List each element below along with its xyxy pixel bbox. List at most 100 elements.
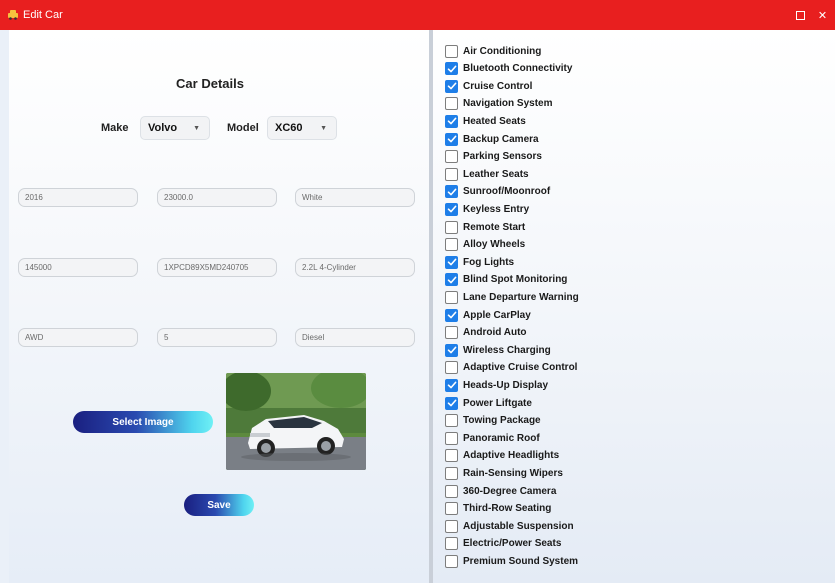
feature-checkbox-item[interactable]: Wireless Charging xyxy=(445,341,551,359)
feature-checkbox-item[interactable]: Heated Seats xyxy=(445,112,526,130)
save-button[interactable]: Save xyxy=(184,494,254,516)
maximize-icon xyxy=(795,10,805,20)
feature-label: Power Liftgate xyxy=(463,397,532,409)
feature-checkbox-item[interactable]: Lane Departure Warning xyxy=(445,288,579,306)
fuel-type-field[interactable]: Diesel xyxy=(295,328,415,347)
seats-field-value: 5 xyxy=(164,333,169,342)
checkbox-unchecked-icon[interactable] xyxy=(445,537,458,551)
feature-label: Towing Package xyxy=(463,415,541,427)
checkbox-unchecked-icon[interactable] xyxy=(445,414,458,428)
chevron-down-icon: ▼ xyxy=(193,125,200,132)
feature-checkbox-item[interactable]: Adaptive Headlights xyxy=(445,447,559,465)
checkbox-checked-icon[interactable] xyxy=(445,308,458,322)
feature-label: Premium Sound System xyxy=(463,555,579,567)
feature-checkbox-item[interactable]: Parking Sensors xyxy=(445,148,542,166)
feature-checkbox-item[interactable]: Panoramic Roof xyxy=(445,429,540,447)
feature-checkbox-item[interactable]: Fog Lights xyxy=(445,253,514,271)
select-image-button[interactable]: Select Image xyxy=(73,411,213,433)
fuel-type-field-value: Diesel xyxy=(302,333,325,342)
checkbox-unchecked-icon[interactable] xyxy=(445,554,458,568)
color-field[interactable]: White xyxy=(295,188,415,207)
feature-checkbox-item[interactable]: Adaptive Cruise Control xyxy=(445,359,577,377)
feature-checkbox-item[interactable]: Backup Camera xyxy=(445,130,539,148)
feature-label: Third-Row Seating xyxy=(463,503,552,515)
feature-checkbox-item[interactable]: Towing Package xyxy=(445,412,541,430)
feature-checkbox-item[interactable]: Air Conditioning xyxy=(445,42,541,60)
checkbox-checked-icon[interactable] xyxy=(445,378,458,392)
checkbox-checked-icon[interactable] xyxy=(445,343,458,357)
feature-checkbox-item[interactable]: Premium Sound System xyxy=(445,552,578,570)
checkbox-checked-icon[interactable] xyxy=(445,185,458,199)
feature-checkbox-item[interactable]: Bluetooth Connectivity xyxy=(445,60,572,78)
checkbox-unchecked-icon[interactable] xyxy=(445,431,458,445)
checkbox-unchecked-icon[interactable] xyxy=(445,238,458,252)
feature-label: Adaptive Headlights xyxy=(463,450,560,462)
engine-field-value: 2.2L 4-Cylinder xyxy=(302,263,356,272)
model-label: Model xyxy=(227,122,259,134)
title-bar: Edit Car ✕ xyxy=(0,0,835,30)
feature-label: Panoramic Roof xyxy=(463,432,540,444)
drivetrain-field[interactable]: AWD xyxy=(18,328,138,347)
year-field-value: 2016 xyxy=(25,193,43,202)
checkbox-unchecked-icon[interactable] xyxy=(445,449,458,463)
checkbox-unchecked-icon[interactable] xyxy=(445,150,458,164)
checkbox-unchecked-icon[interactable] xyxy=(445,484,458,498)
feature-checkbox-item[interactable]: Rain-Sensing Wipers xyxy=(445,464,563,482)
checkbox-unchecked-icon[interactable] xyxy=(445,167,458,181)
engine-field[interactable]: 2.2L 4-Cylinder xyxy=(295,258,415,277)
feature-checkbox-item[interactable]: Adjustable Suspension xyxy=(445,517,574,535)
feature-checkbox-item[interactable]: Third-Row Seating xyxy=(445,500,551,518)
feature-label: Android Auto xyxy=(463,327,527,339)
checkbox-checked-icon[interactable] xyxy=(445,62,458,76)
feature-label: Heated Seats xyxy=(463,115,526,127)
features-checklist[interactable]: Air Conditioning Bluetooth Connectivity Cr… xyxy=(445,36,835,583)
feature-checkbox-item[interactable]: Navigation System xyxy=(445,95,552,113)
checkbox-checked-icon[interactable] xyxy=(445,255,458,269)
make-select[interactable]: Volvo ▼ xyxy=(140,116,210,140)
close-button[interactable]: ✕ xyxy=(810,0,835,30)
checkbox-checked-icon[interactable] xyxy=(445,114,458,128)
feature-checkbox-item[interactable]: Heads-Up Display xyxy=(445,376,548,394)
page-title: Car Details xyxy=(176,76,244,91)
seats-field[interactable]: 5 xyxy=(157,328,277,347)
feature-checkbox-item[interactable]: Remote Start xyxy=(445,218,525,236)
feature-checkbox-item[interactable]: Android Auto xyxy=(445,324,527,342)
vin-field[interactable]: 1XPCD89X5MD240705 xyxy=(157,258,277,277)
checkbox-unchecked-icon[interactable] xyxy=(445,290,458,304)
checkbox-unchecked-icon[interactable] xyxy=(445,326,458,340)
checkbox-unchecked-icon[interactable] xyxy=(445,466,458,480)
vin-field-value: 1XPCD89X5MD240705 xyxy=(164,263,249,272)
feature-checkbox-item[interactable]: Cruise Control xyxy=(445,77,532,95)
feature-label: Adjustable Suspension xyxy=(463,520,574,532)
feature-label: Wireless Charging xyxy=(463,344,551,356)
checkbox-checked-icon[interactable] xyxy=(445,202,458,216)
checkbox-unchecked-icon[interactable] xyxy=(445,502,458,516)
checkbox-unchecked-icon[interactable] xyxy=(445,361,458,375)
checkbox-checked-icon[interactable] xyxy=(445,79,458,93)
price-field[interactable]: 23000.0 xyxy=(157,188,277,207)
feature-checkbox-item[interactable]: Blind Spot Monitoring xyxy=(445,271,567,289)
feature-checkbox-item[interactable]: Power Liftgate xyxy=(445,394,532,412)
feature-checkbox-item[interactable]: 360-Degree Camera xyxy=(445,482,556,500)
checkbox-unchecked-icon[interactable] xyxy=(445,519,458,533)
feature-checkbox-item[interactable]: Leather Seats xyxy=(445,165,529,183)
year-field[interactable]: 2016 xyxy=(18,188,138,207)
feature-label: Rain-Sensing Wipers xyxy=(463,467,563,479)
checkbox-unchecked-icon[interactable] xyxy=(445,44,458,58)
feature-checkbox-item[interactable]: Electric/Power Seats xyxy=(445,535,561,553)
checkbox-checked-icon[interactable] xyxy=(445,396,458,410)
checkbox-unchecked-icon[interactable] xyxy=(445,97,458,111)
feature-label: Fog Lights xyxy=(463,256,515,268)
checkbox-checked-icon[interactable] xyxy=(445,132,458,146)
feature-checkbox-item[interactable]: Keyless Entry xyxy=(445,200,529,218)
model-select[interactable]: XC60 ▼ xyxy=(267,116,337,140)
car-app-icon xyxy=(8,10,18,20)
mileage-field[interactable]: 145000 xyxy=(18,258,138,277)
checkbox-checked-icon[interactable] xyxy=(445,273,458,287)
make-select-value: Volvo xyxy=(148,122,178,134)
feature-checkbox-item[interactable]: Apple CarPlay xyxy=(445,306,531,324)
checkbox-unchecked-icon[interactable] xyxy=(445,220,458,234)
feature-checkbox-item[interactable]: Alloy Wheels xyxy=(445,236,525,254)
car-photo-illustration xyxy=(226,373,366,470)
feature-checkbox-item[interactable]: Sunroof/Moonroof xyxy=(445,183,550,201)
